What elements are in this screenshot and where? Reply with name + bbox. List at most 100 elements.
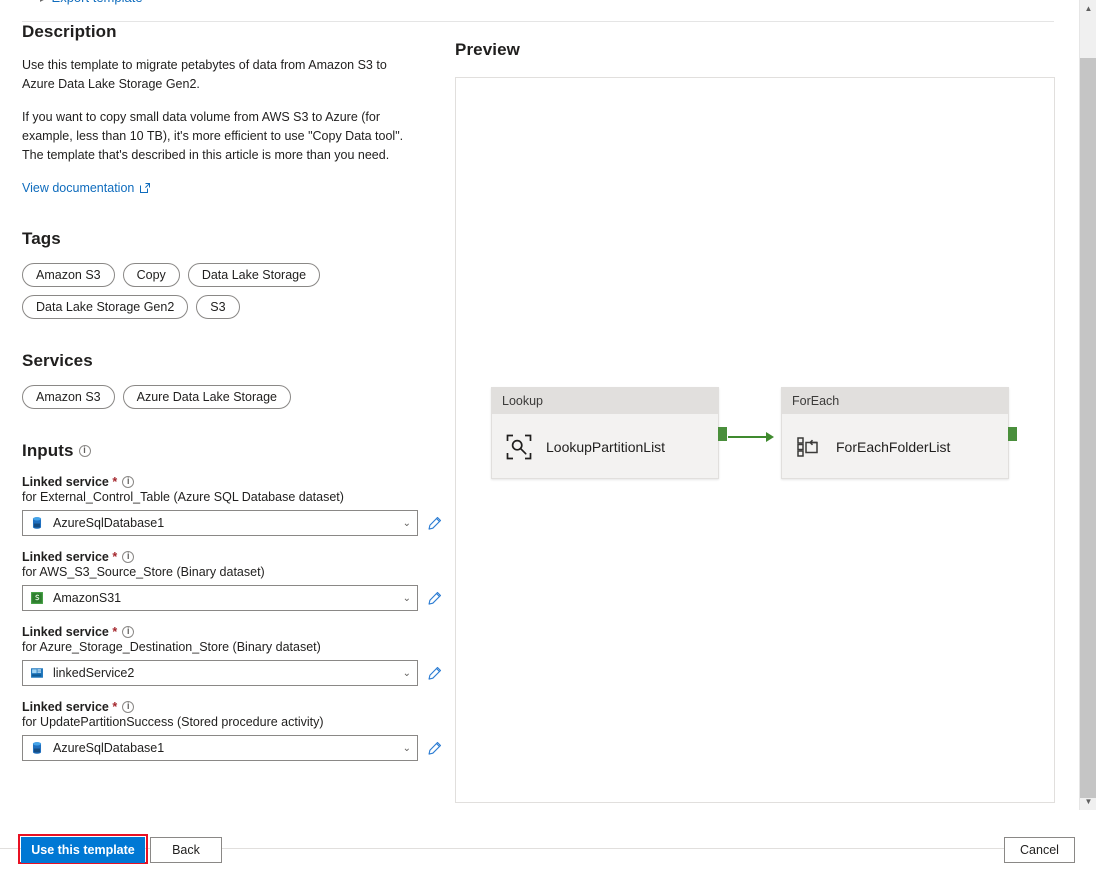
field-sublabel: for External_Control_Table (Azure SQL Da… xyxy=(22,490,442,504)
edit-pencil-icon[interactable] xyxy=(427,741,442,756)
info-icon[interactable]: i xyxy=(122,626,134,638)
field-label: Linked service * i xyxy=(22,625,442,639)
field-label-text: Linked service xyxy=(22,625,109,639)
preview-heading: Preview xyxy=(455,40,520,60)
field-label: Linked service * i xyxy=(22,550,442,564)
scroll-content: Description Use this template to migrate… xyxy=(0,22,1074,822)
azure-blob-storage-icon xyxy=(30,666,44,680)
linked-service-value: AmazonS31 xyxy=(53,591,403,605)
external-link-icon xyxy=(139,182,151,194)
service-pill[interactable]: Azure Data Lake Storage xyxy=(123,385,291,409)
linked-service-field: Linked service * i for AWS_S3_Source_Store… xyxy=(22,550,442,611)
field-control-row: AmazonS31⌄ xyxy=(22,585,442,611)
edit-pencil-icon[interactable] xyxy=(427,516,442,531)
tag-pill[interactable]: Copy xyxy=(123,263,180,287)
field-label-text: Linked service xyxy=(22,700,109,714)
tags-heading: Tags xyxy=(22,229,442,249)
preview-panel: Lookup LookupPartitionList xyxy=(455,77,1055,803)
chevron-down-icon[interactable]: ⌄ xyxy=(403,743,411,754)
tags-list: Amazon S3 Copy Data Lake Storage Data Lake … xyxy=(22,263,422,319)
description-heading: Description xyxy=(22,22,442,42)
service-pill-label: Amazon S3 xyxy=(36,390,101,404)
details-column: Description Use this template to migrate… xyxy=(22,22,442,761)
linked-service-value: AzureSqlDatabase1 xyxy=(53,741,403,755)
tag-pill[interactable]: Data Lake Storage Gen2 xyxy=(22,295,188,319)
tag-pill[interactable]: S3 xyxy=(196,295,239,319)
amazon-s3-icon xyxy=(30,591,44,605)
service-pill[interactable]: Amazon S3 xyxy=(22,385,115,409)
services-list: Amazon S3 Azure Data Lake Storage xyxy=(22,385,422,409)
foreach-activity-icon xyxy=(796,434,822,460)
chevron-down-icon[interactable]: ⌄ xyxy=(403,593,411,604)
connector-arrow-icon xyxy=(766,432,774,442)
field-sublabel: for UpdatePartitionSuccess (Stored proce… xyxy=(22,715,442,729)
output-port-lookup[interactable] xyxy=(718,427,727,441)
edit-pencil-icon[interactable] xyxy=(427,666,442,681)
inputs-heading-label: Inputs xyxy=(22,441,74,460)
services-heading: Services xyxy=(22,351,442,371)
service-pill-label: Azure Data Lake Storage xyxy=(137,390,277,404)
linked-service-field: Linked service * i for Azure_Storage_Desti… xyxy=(22,625,442,686)
inputs-fields: Linked service * i for External_Control_Ta… xyxy=(22,475,442,761)
required-asterisk: * xyxy=(109,625,117,639)
linked-service-dropdown[interactable]: AzureSqlDatabase1⌄ xyxy=(22,510,418,536)
template-detail-page: ▸Export template Description Use this te… xyxy=(0,0,1096,872)
linked-service-value: linkedService2 xyxy=(53,666,403,680)
use-this-template-button[interactable]: Use this template xyxy=(21,837,145,863)
tag-pill-label: Copy xyxy=(137,268,166,282)
activity-name-foreach: ForEachFolderList xyxy=(836,439,950,455)
linked-service-dropdown[interactable]: AzureSqlDatabase1⌄ xyxy=(22,735,418,761)
linked-service-dropdown[interactable]: AmazonS31⌄ xyxy=(22,585,418,611)
info-icon[interactable]: i xyxy=(79,445,91,457)
lookup-activity-icon xyxy=(506,434,532,460)
pipeline-canvas[interactable]: Lookup LookupPartitionList xyxy=(456,78,1054,802)
tag-pill[interactable]: Amazon S3 xyxy=(22,263,115,287)
scroll-up-arrow-icon[interactable]: ▲ xyxy=(1080,0,1096,17)
tag-pill-label: Data Lake Storage xyxy=(202,268,306,282)
tag-pill-label: Data Lake Storage Gen2 xyxy=(36,300,174,314)
required-asterisk: * xyxy=(109,550,117,564)
activity-node-foreach[interactable]: ForEach ForEachFold xyxy=(781,387,1009,479)
info-icon[interactable]: i xyxy=(122,551,134,563)
description-paragraph-1: Use this template to migrate petabytes o… xyxy=(22,56,414,94)
output-port-foreach[interactable] xyxy=(1008,427,1017,441)
chevron-down-icon[interactable]: ⌄ xyxy=(403,518,411,529)
description-paragraph-2: If you want to copy small data volume fr… xyxy=(22,108,414,165)
linked-service-dropdown[interactable]: linkedService2⌄ xyxy=(22,660,418,686)
linked-service-field: Linked service * i for External_Control_Ta… xyxy=(22,475,442,536)
info-icon[interactable]: i xyxy=(122,476,134,488)
tag-pill-label: Amazon S3 xyxy=(36,268,101,282)
vertical-scrollbar[interactable]: ▲ ▼ xyxy=(1079,0,1096,810)
cancel-button[interactable]: Cancel xyxy=(1004,837,1075,863)
info-icon[interactable]: i xyxy=(122,701,134,713)
scrollbar-thumb[interactable] xyxy=(1080,58,1096,798)
edit-pencil-icon[interactable] xyxy=(427,591,442,606)
tag-pill-label: S3 xyxy=(210,300,225,314)
back-button[interactable]: Back xyxy=(150,837,222,863)
field-label-text: Linked service xyxy=(22,550,109,564)
inputs-heading: Inputsi xyxy=(22,441,442,461)
view-documentation-link[interactable]: View documentation xyxy=(22,181,151,195)
field-control-row: AzureSqlDatabase1⌄ xyxy=(22,735,442,761)
azure-sql-database-icon xyxy=(30,516,44,530)
export-template-label: Export template xyxy=(52,0,143,5)
chevron-down-icon[interactable]: ⌄ xyxy=(403,668,411,679)
export-template-link[interactable]: ▸Export template xyxy=(40,0,143,5)
activity-type-foreach: ForEach xyxy=(782,388,1008,414)
field-sublabel: for Azure_Storage_Destination_Store (Bin… xyxy=(22,640,442,654)
export-template-row-clipped: ▸Export template xyxy=(0,0,1074,14)
field-control-row: AzureSqlDatabase1⌄ xyxy=(22,510,442,536)
required-asterisk: * xyxy=(109,700,117,714)
connector-line xyxy=(728,436,770,438)
required-asterisk: * xyxy=(109,475,117,489)
field-label-text: Linked service xyxy=(22,475,109,489)
field-control-row: linkedService2⌄ xyxy=(22,660,442,686)
tag-pill[interactable]: Data Lake Storage xyxy=(188,263,320,287)
linked-service-value: AzureSqlDatabase1 xyxy=(53,516,403,530)
activity-node-lookup[interactable]: Lookup LookupPartitionList xyxy=(491,387,719,479)
activity-name-lookup: LookupPartitionList xyxy=(546,439,665,455)
activity-type-lookup: Lookup xyxy=(492,388,718,414)
field-label: Linked service * i xyxy=(22,700,442,714)
scroll-down-arrow-icon[interactable]: ▼ xyxy=(1080,793,1096,810)
field-sublabel: for AWS_S3_Source_Store (Binary dataset) xyxy=(22,565,442,579)
